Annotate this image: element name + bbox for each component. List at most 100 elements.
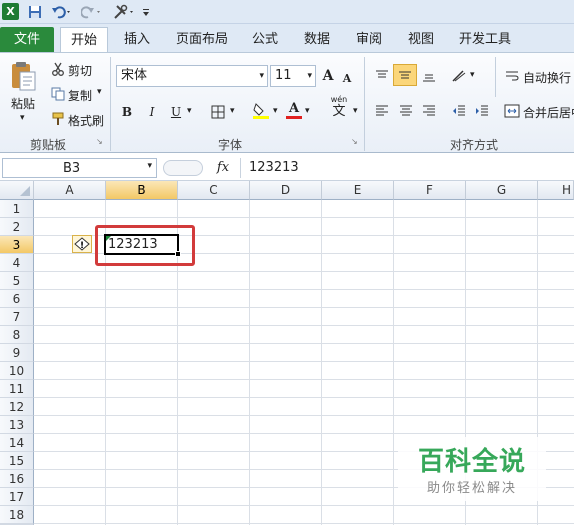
phonetic-dropdown-icon[interactable]: ▾ (353, 106, 358, 116)
row-header[interactable]: 4 (0, 254, 34, 272)
name-box[interactable]: B3 ▾ (2, 158, 157, 178)
merge-center-icon[interactable] (503, 101, 521, 121)
increase-indent-icon[interactable] (472, 101, 492, 121)
wrap-text-button[interactable]: 自动换行 (523, 69, 571, 86)
watermark-title: 百科全说 (417, 447, 526, 477)
italic-button[interactable]: I (143, 102, 161, 122)
error-warning-icon[interactable]: ! (72, 235, 92, 253)
row-header[interactable]: 5 (0, 272, 34, 290)
row-header[interactable]: 10 (0, 362, 34, 380)
customize-icon[interactable] (141, 3, 151, 20)
font-name-field[interactable]: 宋体 ▾ (116, 65, 268, 87)
row-header[interactable]: 14 (0, 434, 34, 452)
row-header[interactable]: 12 (0, 398, 34, 416)
row-header[interactable]: 8 (0, 326, 34, 344)
save-icon[interactable] (27, 3, 43, 20)
tab-page-layout[interactable]: 页面布局 (170, 27, 234, 52)
align-left-icon[interactable] (372, 101, 392, 121)
clipboard-launcher-icon[interactable]: ↘ (96, 137, 103, 146)
redo-icon[interactable] (80, 3, 104, 20)
gridline (34, 379, 574, 380)
clipboard-group-label: 剪贴板 (30, 138, 67, 152)
excel-logo-icon[interactable]: X (2, 3, 19, 20)
borders-icon[interactable] (208, 102, 228, 122)
tab-data[interactable]: 数据 (297, 27, 337, 52)
formula-bar-splitter[interactable] (163, 160, 203, 176)
tools-icon[interactable] (112, 3, 138, 20)
tab-developer[interactable]: 开发工具 (452, 27, 518, 52)
insert-function-icon[interactable]: fx (208, 158, 238, 178)
row-header[interactable]: 7 (0, 308, 34, 326)
borders-dropdown-icon[interactable]: ▾ (230, 106, 235, 116)
row-header[interactable]: 18 (0, 506, 34, 524)
row-header[interactable]: 2 (0, 218, 34, 236)
column-header[interactable]: F (394, 181, 466, 200)
select-all-corner[interactable] (0, 181, 34, 200)
column-header[interactable]: A (34, 181, 106, 200)
grow-font-button[interactable]: A (319, 66, 337, 86)
cut-button[interactable]: 剪切 (68, 62, 92, 79)
column-header[interactable]: C (178, 181, 250, 200)
undo-icon[interactable] (50, 3, 74, 20)
chevron-down-icon[interactable]: ▾ (307, 66, 312, 86)
tab-home[interactable]: 开始 (60, 27, 108, 52)
bold-button[interactable]: B (118, 102, 136, 122)
tab-file[interactable]: 文件 (0, 27, 54, 52)
row-header[interactable]: 17 (0, 488, 34, 506)
align-top-icon[interactable] (372, 66, 392, 86)
copy-button[interactable]: 复制 (68, 87, 92, 104)
underline-button[interactable]: U (167, 102, 185, 122)
column-header[interactable]: B (106, 181, 178, 200)
row-header[interactable]: 13 (0, 416, 34, 434)
font-color-dropdown-icon[interactable]: ▾ (305, 106, 310, 116)
font-launcher-icon[interactable]: ↘ (351, 137, 358, 146)
format-painter-icon[interactable] (50, 109, 66, 129)
column-header[interactable]: G (466, 181, 538, 200)
copy-icon[interactable] (50, 84, 66, 104)
column-header[interactable]: D (250, 181, 322, 200)
decrease-indent-icon[interactable] (449, 101, 469, 121)
wrap-text-icon[interactable] (503, 66, 521, 86)
align-middle-icon[interactable] (393, 64, 417, 86)
watermark-subtitle: 助你轻松解决 (426, 481, 517, 496)
row-header[interactable]: 6 (0, 290, 34, 308)
column-header[interactable]: H (538, 181, 574, 200)
orientation-dropdown-icon[interactable]: ▾ (470, 70, 475, 80)
tab-formulas[interactable]: 公式 (246, 27, 284, 52)
row-header[interactable]: 1 (0, 200, 34, 218)
font-group-label: 字体 (218, 138, 243, 152)
align-right-icon[interactable] (419, 101, 439, 121)
watermark: 百科全说 助你轻松解决 (398, 437, 546, 501)
chevron-down-icon[interactable]: ▾ (259, 66, 264, 86)
row-header[interactable]: 9 (0, 344, 34, 362)
tab-view[interactable]: 视图 (402, 27, 440, 52)
paste-button[interactable]: 粘贴 (11, 95, 35, 112)
merge-center-button[interactable]: 合并后居中 (523, 104, 574, 121)
row-header[interactable]: 15 (0, 452, 34, 470)
cut-icon[interactable] (50, 59, 66, 79)
name-box-dropdown-icon[interactable]: ▾ (147, 161, 152, 171)
format-painter-button[interactable]: 格式刷 (68, 112, 104, 129)
phonetic-button[interactable]: wén 文 (326, 95, 352, 119)
tab-review[interactable]: 审阅 (349, 27, 389, 52)
fill-dropdown-icon[interactable]: ▾ (273, 106, 278, 116)
tab-insert[interactable]: 插入 (116, 27, 158, 52)
paste-icon[interactable] (8, 59, 38, 93)
gridline (393, 200, 394, 525)
shrink-font-button[interactable]: A (339, 68, 355, 88)
row-header[interactable]: 16 (0, 470, 34, 488)
gridline (34, 523, 574, 524)
underline-dropdown-icon[interactable]: ▾ (187, 106, 192, 116)
copy-dropdown-icon[interactable]: ▾ (97, 87, 102, 97)
fill-color-icon[interactable] (251, 100, 271, 120)
font-size-field[interactable]: 11 ▾ (270, 65, 316, 87)
align-bottom-icon[interactable] (419, 66, 439, 86)
font-color-button[interactable]: A (285, 100, 303, 120)
paste-dropdown-icon[interactable]: ▾ (20, 113, 25, 123)
orientation-icon[interactable] (449, 66, 469, 86)
align-center-icon[interactable] (396, 101, 416, 121)
row-header[interactable]: 11 (0, 380, 34, 398)
formula-input[interactable]: 123213 (240, 158, 574, 178)
column-header[interactable]: E (322, 181, 394, 200)
row-header[interactable]: 3 (0, 236, 34, 254)
